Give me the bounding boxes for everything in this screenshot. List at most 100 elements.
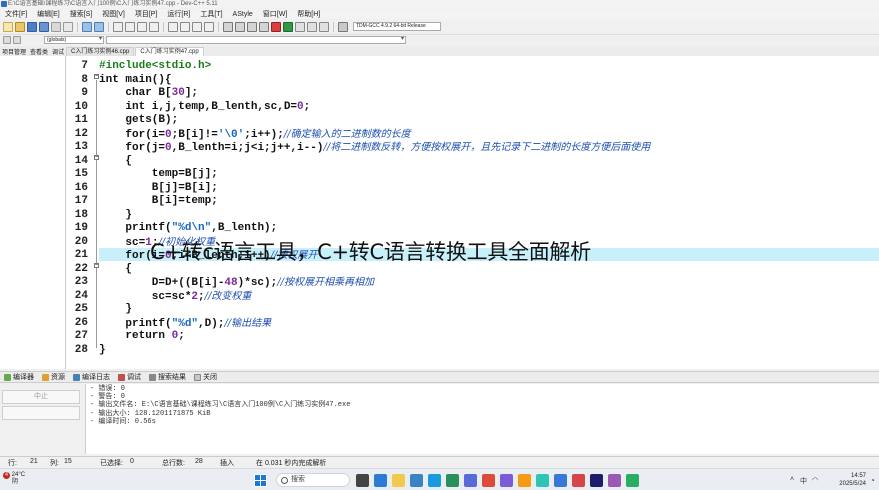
app-icon-green[interactable]	[446, 474, 459, 487]
code-line[interactable]: 17 B[i]=temp;	[66, 195, 879, 209]
insert-icon[interactable]	[3, 36, 11, 44]
code-line[interactable]: 23 D=D+((B[i]-48)*sc);//按权展开相乘再相加	[66, 276, 879, 290]
compile-run-icon[interactable]	[247, 21, 257, 32]
replace-icon[interactable]	[125, 21, 135, 32]
find-next-icon[interactable]	[137, 21, 147, 32]
menu-project[interactable]: 项目[P]	[135, 9, 158, 19]
code-line[interactable]: 24 sc=sc*2;//改变权重	[66, 290, 879, 304]
code-line[interactable]: 25 }	[66, 303, 879, 317]
remove-from-project-icon[interactable]	[192, 21, 202, 32]
tab-close[interactable]: 关闭	[194, 372, 217, 382]
app-icon-violet[interactable]	[608, 474, 621, 487]
log-option-box[interactable]	[2, 406, 80, 420]
save-all-icon[interactable]	[39, 21, 49, 32]
check-icon[interactable]	[283, 21, 293, 32]
app-icon-red[interactable]	[482, 474, 495, 487]
code-editor[interactable]: − − − 7 #include<stdio.h> 8 int main(){9 ch…	[66, 56, 879, 369]
tab-compile-log[interactable]: 编译日志	[73, 372, 110, 382]
task-view-icon[interactable]	[356, 474, 369, 487]
tab-debug[interactable]: 调试	[50, 47, 66, 56]
chevron-up-icon[interactable]: ˄	[790, 476, 794, 483]
code-line[interactable]: 14 {	[66, 155, 879, 169]
menu-tools[interactable]: 工具[T]	[200, 9, 222, 19]
menu-file[interactable]: 文件[F]	[5, 9, 27, 19]
add-to-project-icon[interactable]	[180, 21, 190, 32]
close-file-icon[interactable]	[51, 21, 61, 32]
taskbar-clock[interactable]: 14:57 2025/5/24	[826, 472, 866, 488]
menu-edit[interactable]: 编辑[E]	[37, 9, 60, 19]
store-icon[interactable]	[410, 474, 423, 487]
toolbar-separator	[333, 21, 334, 32]
code-line[interactable]: 15 temp=B[j];	[66, 168, 879, 182]
redo-icon[interactable]	[94, 21, 104, 32]
new-project-icon[interactable]	[168, 21, 178, 32]
member-select[interactable]	[106, 36, 406, 44]
rebuild-icon[interactable]	[259, 21, 269, 32]
code-line[interactable]: 16 B[j]=B[i];	[66, 182, 879, 196]
open-folder-icon[interactable]	[15, 21, 25, 32]
bookmark-icon[interactable]	[338, 21, 348, 32]
goto-line-icon[interactable]	[149, 21, 159, 32]
compile-icon[interactable]	[223, 21, 233, 32]
save-icon[interactable]	[27, 21, 37, 32]
code-line[interactable]: 28}	[66, 344, 879, 358]
code-line[interactable]: 9 char B[30];	[66, 87, 879, 101]
code-line[interactable]: 8 int main(){	[66, 74, 879, 88]
file-tab-46[interactable]: C入门练习实例46.cpp	[66, 47, 135, 56]
undo-icon[interactable]	[82, 21, 92, 32]
start-icon[interactable]	[254, 474, 267, 487]
toggle-comment-icon[interactable]	[13, 36, 21, 44]
project-options-icon[interactable]	[204, 21, 214, 32]
new-file-icon[interactable]	[3, 21, 13, 32]
app-icon-orange[interactable]	[518, 474, 531, 487]
scope-select[interactable]: (globals)	[44, 36, 104, 44]
menu-help[interactable]: 帮助[H]	[297, 9, 320, 19]
menu-view[interactable]: 视图[V]	[102, 9, 125, 19]
tab-resources[interactable]: 资源	[42, 372, 65, 382]
tab-search-results[interactable]: 搜索结果	[149, 372, 186, 382]
run-icon[interactable]	[235, 21, 245, 32]
menu-window[interactable]: 窗口[W]	[263, 9, 288, 19]
tab-compiler[interactable]: 编译器	[4, 372, 34, 382]
tab-class-view[interactable]: 查看类	[28, 47, 50, 56]
stop-compile-button[interactable]: 中止	[2, 390, 80, 404]
devcpp-taskbar-icon[interactable]	[590, 474, 603, 487]
compiler-select[interactable]: TDM-GCC 4.9.2 64-bit Release	[353, 22, 441, 31]
app-icon-red2[interactable]	[572, 474, 585, 487]
tab-project-manager[interactable]: 项目管理	[0, 47, 28, 56]
app-icon-purple[interactable]	[500, 474, 513, 487]
language-icon[interactable]: 中	[800, 476, 807, 486]
taskbar-search[interactable]: 搜索	[276, 473, 350, 487]
code-line[interactable]: 11 gets(B);	[66, 114, 879, 128]
code-line[interactable]: 26 printf("%d",D);//输出结果	[66, 317, 879, 331]
app-icon-blue2[interactable]	[554, 474, 567, 487]
stop-icon[interactable]	[271, 21, 281, 32]
code-line[interactable]: 10 int i,j,temp,B_lenth,sc,D=0;	[66, 101, 879, 115]
tab-debug-output[interactable]: 调试	[118, 372, 141, 382]
weather-widget[interactable]: 4 24°C 阴	[3, 472, 25, 486]
code-line[interactable]: 27 return 0;	[66, 330, 879, 344]
code-line[interactable]: 12 for(i=0;B[i]!='\0';i++);//确定输入的二进制数的长…	[66, 128, 879, 142]
wifi-icon[interactable]: ◠	[812, 476, 818, 484]
menu-astyle[interactable]: AStyle	[233, 11, 253, 18]
code-line[interactable]: 13 for(j=0,B_lenth=i;j<i;j++,i--)//将二进制数…	[66, 141, 879, 155]
file-tab-47[interactable]: C入门练习实例47.cpp	[135, 47, 204, 56]
app-icon-green2[interactable]	[626, 474, 639, 487]
code-line[interactable]: 19 printf("%d\n",B_lenth);	[66, 222, 879, 236]
notifications-icon[interactable]: ◔	[870, 476, 875, 485]
print-icon[interactable]	[63, 21, 73, 32]
chart-icon[interactable]	[319, 21, 329, 32]
find-icon[interactable]	[113, 21, 123, 32]
widgets-icon[interactable]	[374, 474, 387, 487]
file-explorer-icon[interactable]	[392, 474, 405, 487]
code-line[interactable]: 18 }	[66, 209, 879, 223]
menu-search[interactable]: 搜索[S]	[70, 9, 93, 19]
profile-icon[interactable]	[307, 21, 317, 32]
menu-run[interactable]: 运行[R]	[167, 9, 190, 19]
app-icon-teal[interactable]	[536, 474, 549, 487]
edge-icon[interactable]	[428, 474, 441, 487]
app-icon-blue[interactable]	[464, 474, 477, 487]
code-line[interactable]: 7 #include<stdio.h>	[66, 60, 879, 74]
debug-icon[interactable]	[295, 21, 305, 32]
search-results-icon	[149, 373, 156, 381]
